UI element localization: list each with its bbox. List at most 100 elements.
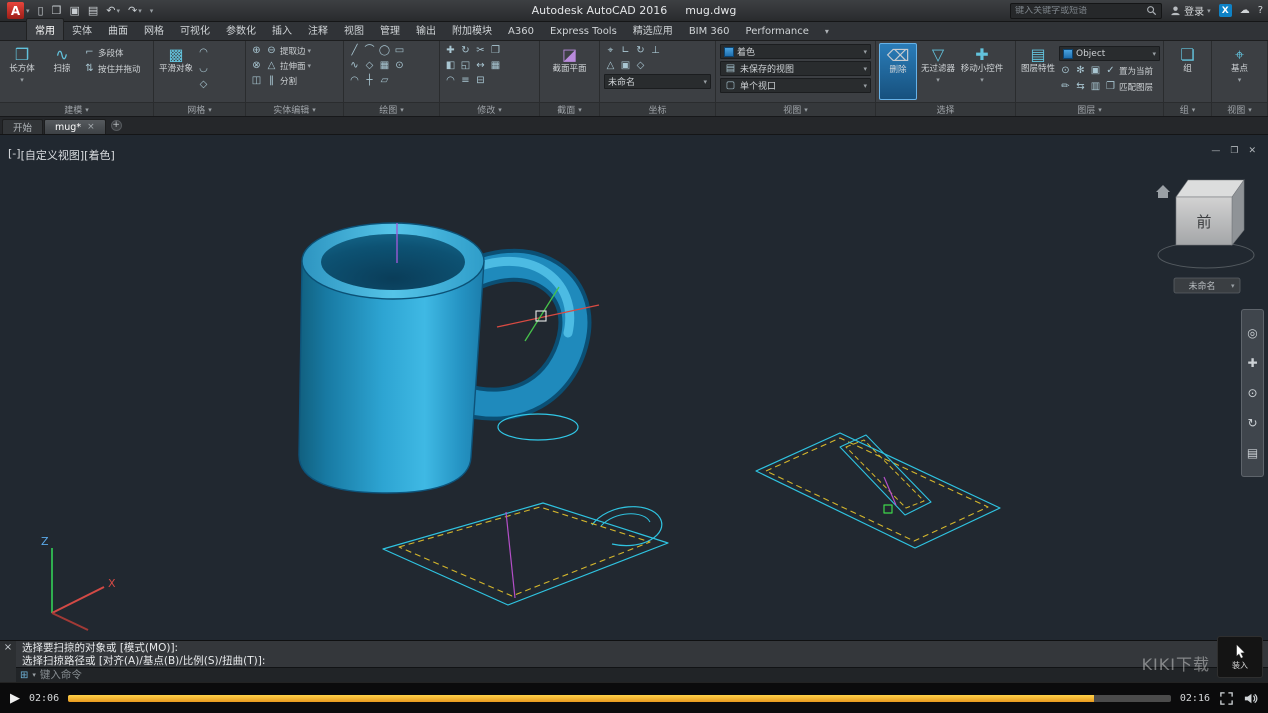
visual-style-dropdown[interactable]: 着色 ▾ [720,44,871,59]
navigation-wheel-icon[interactable]: ◎ [1247,326,1257,340]
volume-icon[interactable] [1243,691,1258,706]
smooth-less-icon[interactable]: ◡ [197,62,210,75]
intersect-icon[interactable]: ⊗ [250,59,263,72]
close-drawing-icon[interactable]: ✕ [1248,146,1256,156]
group-button[interactable]: ❏ 组 [1169,43,1207,100]
viewcube-ucs-menu[interactable]: 未命名 ▾ [1173,277,1241,294]
ribbon-tab-a360[interactable]: A360 [500,23,542,40]
hatch-icon[interactable]: ▦ [378,59,391,72]
circle-icon[interactable]: ◯ [378,44,391,57]
panel-solid-editing-label[interactable]: 实体编辑 ▾ [246,102,343,116]
panel-mesh-label[interactable]: 网格 ▾ [154,102,245,116]
a360-icon[interactable]: ☁ [1240,5,1250,16]
layer-isolate-icon[interactable]: ✏ [1059,80,1072,93]
layer-walk-icon[interactable]: ⇆ [1074,80,1087,93]
progress-bar[interactable] [68,694,1171,702]
extrude-faces-button[interactable]: 拉伸面 ▾ [280,60,311,72]
pan-icon[interactable]: ✚ [1247,356,1257,370]
trim-icon[interactable]: ✂ [474,44,487,57]
search-icon[interactable] [1146,5,1157,16]
separate-button[interactable]: 分割 [280,75,297,87]
layer-dropdown[interactable]: Object ▾ [1059,46,1160,61]
play-button[interactable]: ▶ [10,691,20,706]
spline-icon[interactable]: ∿ [348,59,361,72]
undo-icon[interactable]: ↶ ▾ [104,4,122,17]
layer-freeze-icon[interactable]: ✻ [1074,64,1087,77]
ucs-icon[interactable]: ∟ [619,44,632,57]
mug-3d-model[interactable] [298,222,592,494]
layer-properties-button[interactable]: ▤ 图层特性 [1019,43,1057,100]
presspull-button[interactable]: ⇅ 按住并拖动 [83,62,140,75]
ribbon-tab-solid[interactable]: 实体 [64,19,100,40]
close-tab-icon[interactable]: × [87,122,95,132]
orbit-icon[interactable]: ↻ [1247,416,1257,430]
smooth-more-icon[interactable]: ◠ [197,46,210,59]
layer-lock-icon[interactable]: ▣ [1089,64,1102,77]
search-box[interactable] [1010,2,1163,19]
region-icon[interactable]: ▱ [378,74,391,87]
offset-icon[interactable]: ≡ [459,74,472,87]
ucs-world-icon[interactable]: ⌖ [604,44,617,57]
match-layer-button[interactable]: ❐ 匹配图层 [1104,80,1153,93]
sweep-path-ellipse[interactable] [497,413,579,441]
video-overlay-badge[interactable]: 装入 [1217,636,1263,678]
ribbon-tab-mesh[interactable]: 网格 [136,19,172,40]
flattened-profile-sketch[interactable] [382,502,669,606]
copy-icon[interactable]: ❐ [489,44,502,57]
redo-icon[interactable]: ↷ ▾ [126,4,144,17]
command-input-row[interactable]: ⊞ ▾ [16,667,1268,682]
commandline-close-button[interactable]: × [4,642,12,654]
help-icon[interactable]: ? [1258,5,1263,16]
base-button[interactable]: ⌖ 基点 ▾ [1221,43,1259,100]
panel-modify-label[interactable]: 修改 ▾ [440,102,539,116]
subtract-icon[interactable]: ⊖ [265,44,278,57]
panel-coordinates-label[interactable]: 坐标 [600,102,715,116]
ribbon-tab-insert[interactable]: 插入 [264,19,300,40]
scale-icon[interactable]: ◱ [459,59,472,72]
drawing-canvas[interactable]: Z X 前 未命名 ▾ [0,135,1268,640]
minimize-drawing-icon[interactable]: — [1211,146,1220,156]
ucs-name-combo[interactable]: 未命名 ▾ [604,74,711,89]
polygon-icon[interactable]: ◇ [363,59,376,72]
rotate-icon[interactable]: ↻ [459,44,472,57]
file-tab-mug[interactable]: mug* × [44,119,106,134]
panel-section-label[interactable]: 截面 ▾ [540,102,599,116]
sweep-button[interactable]: ∿ 扫掠 [43,43,81,100]
flattened-path-sketch[interactable] [755,432,1001,549]
save-icon[interactable]: ▣ [67,4,81,17]
qat-customize-icon[interactable]: ▾ [148,7,156,15]
explode-icon[interactable]: ⊟ [474,74,487,87]
ribbon-tab-manage[interactable]: 管理 [372,19,408,40]
move-gizmo-dropdown[interactable]: ✚ 移动小控件 ▾ [959,43,1005,100]
layer-off-icon[interactable]: ⊙ [1059,64,1072,77]
ribbon-tab-add-ins[interactable]: 附加模块 [444,19,500,40]
ribbon-tab-view[interactable]: 视图 [336,19,372,40]
viewport-menu-control[interactable]: [-] [8,147,21,163]
ribbon-tab-output[interactable]: 输出 [408,19,444,40]
application-menu-button[interactable]: A ▾ [5,2,32,19]
no-filter-dropdown[interactable]: ▽ 无过滤器 ▾ [919,43,957,100]
point-icon[interactable]: ⊙ [393,59,406,72]
rectangle-icon[interactable]: ▭ [393,44,406,57]
visual-style-control[interactable]: [着色] [84,147,115,163]
panel-selection-label[interactable]: 选择 [876,102,1015,116]
smooth-object-button[interactable]: ▩ 平滑对象 [157,43,195,100]
ucs-origin-icon[interactable]: ⊥ [649,44,662,57]
file-tab-start[interactable]: 开始 [2,119,44,134]
polysolid-button[interactable]: ⌐ 多段体 [83,46,141,59]
ribbon-tab-home[interactable]: 常用 [26,18,64,40]
ribbon-tab-performance[interactable]: Performance [738,23,817,40]
line-icon[interactable]: ╱ [348,44,361,57]
layer-state-icon[interactable]: ▥ [1089,80,1102,93]
refine-mesh-icon[interactable]: ◇ [197,78,210,91]
arc-icon[interactable]: ⌒ [363,44,376,57]
viewcube[interactable]: 前 未命名 ▾ [1156,179,1255,294]
panel-view-label[interactable]: 视图 ▾ [716,102,875,116]
section-plane-button[interactable]: ◪ 截面平面 [551,43,589,100]
ribbon-tab-annotate[interactable]: 注释 [300,19,336,40]
ucs-object-icon[interactable]: ◇ [634,59,647,72]
extrude-faces-icon[interactable]: △ [265,59,278,72]
set-current-button[interactable]: ✓ 置为当前 [1104,64,1153,77]
ribbon-tab-surface[interactable]: 曲面 [100,19,136,40]
ucs-icon[interactable]: Z X [41,535,116,631]
